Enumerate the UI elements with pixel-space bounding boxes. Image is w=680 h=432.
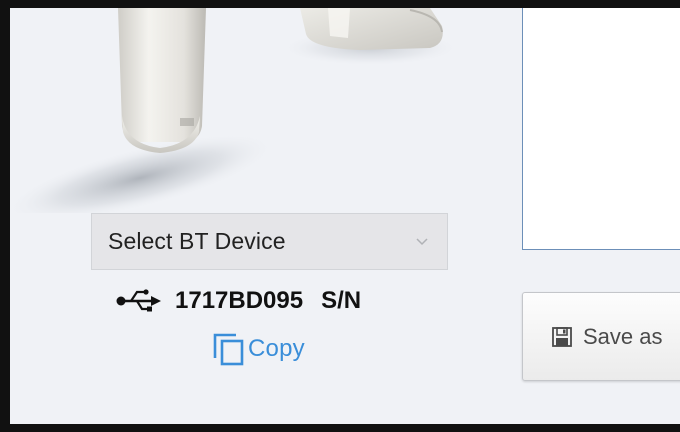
usb-icon — [116, 289, 161, 312]
save-as-button[interactable]: Save as — [522, 292, 680, 381]
serial-number: 1717BD095 — [175, 287, 304, 314]
save-as-label: Save as — [583, 323, 663, 349]
serial-number-label: S/N — [321, 287, 362, 314]
device-settings-pane: Select BT Device 1717BD095 S/N Copy Save… — [10, 8, 680, 424]
bt-device-select[interactable]: Select BT Device — [91, 213, 448, 270]
copy-serial-button[interactable]: Copy — [212, 331, 305, 367]
save-icon — [552, 326, 572, 347]
device-product-image — [10, 8, 460, 213]
chevron-down-icon — [415, 235, 429, 249]
copy-label: Copy — [248, 335, 305, 362]
device-serial-row: 1717BD095 S/N — [115, 284, 361, 318]
details-panel — [522, 8, 680, 250]
bt-device-select-value: Select BT Device — [108, 228, 286, 254]
copy-icon — [213, 333, 244, 366]
